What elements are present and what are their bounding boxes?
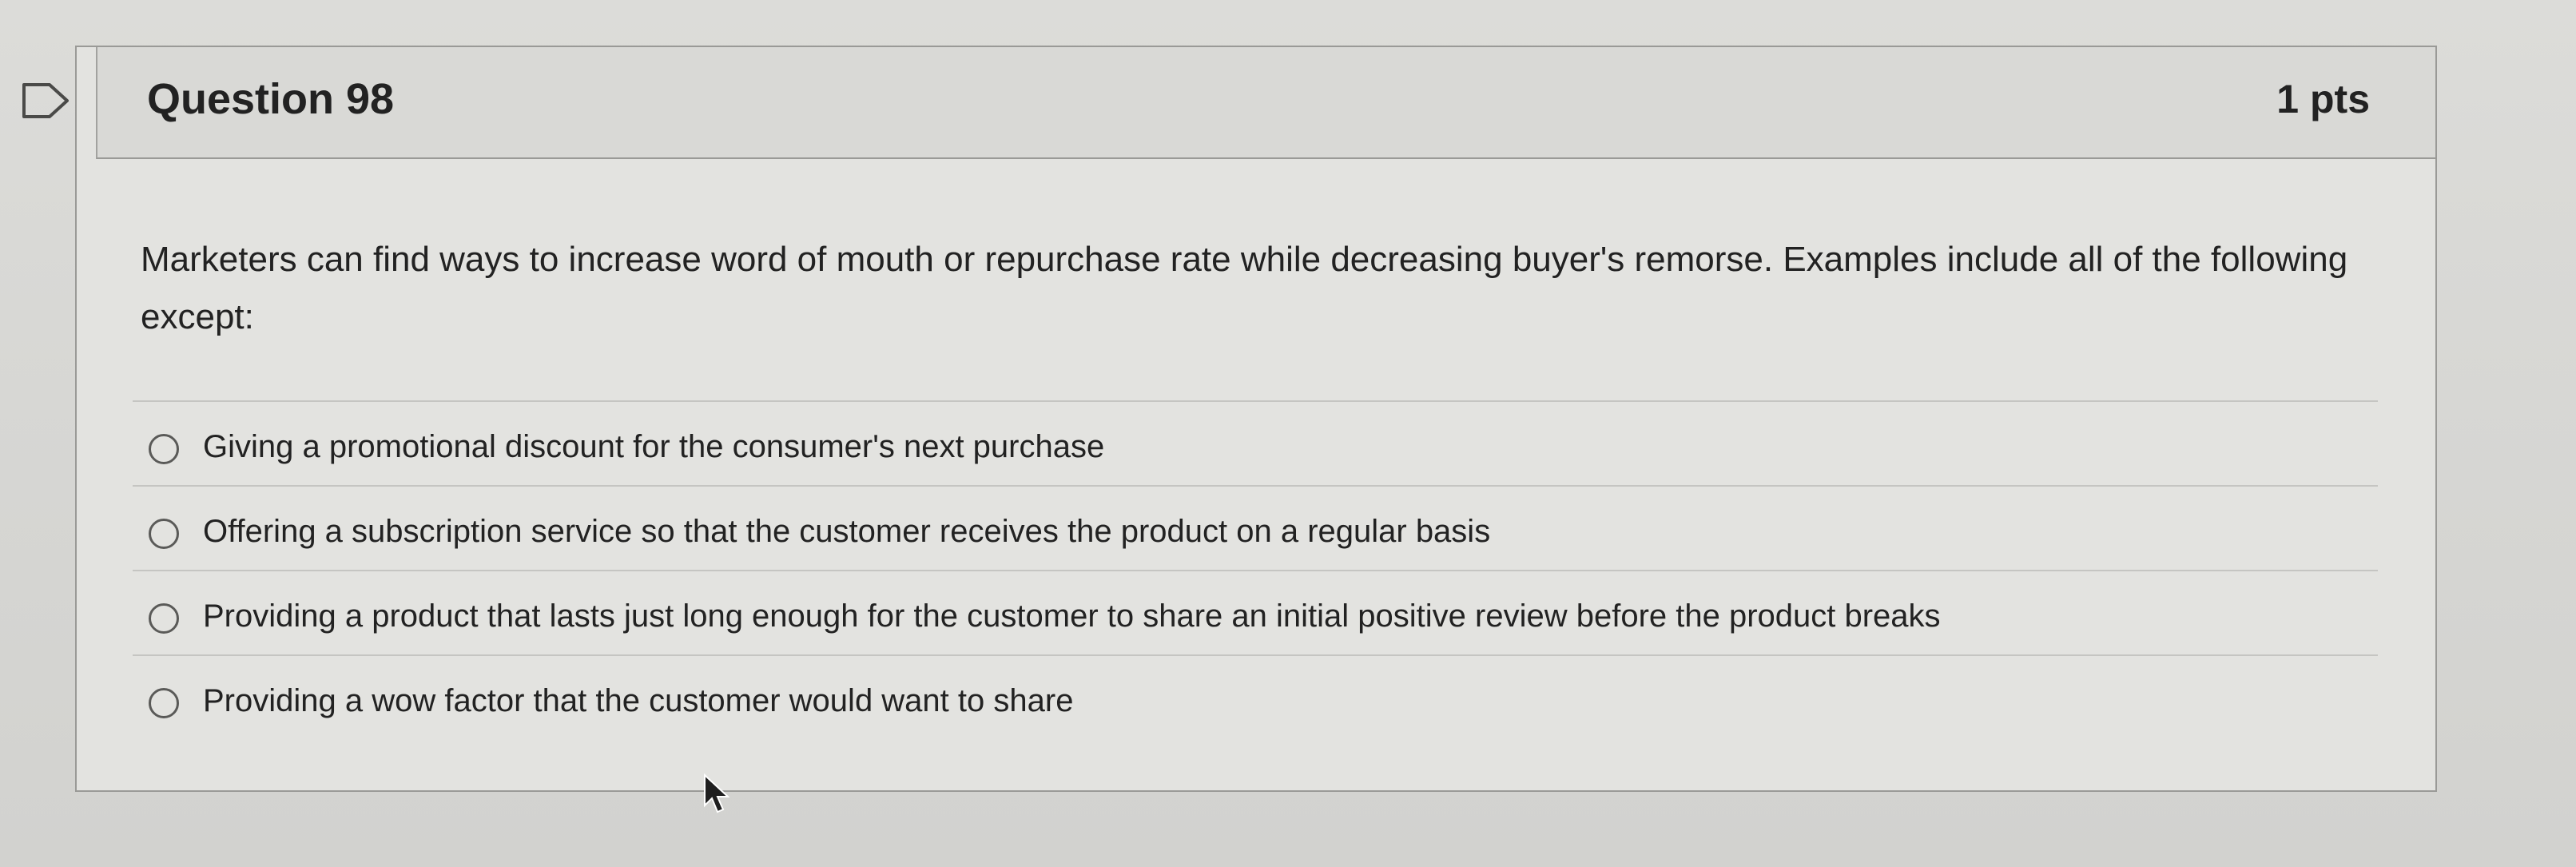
- question-title: Question 98: [147, 75, 395, 123]
- question-header: Question 98 1 pts: [96, 47, 2435, 159]
- radio-button[interactable]: [149, 688, 179, 718]
- answer-label[interactable]: Providing a wow factor that the customer…: [203, 682, 1073, 720]
- answer-option-2[interactable]: Offering a subscription service so that …: [133, 485, 2378, 570]
- mouse-cursor-icon: [703, 773, 732, 815]
- radio-button[interactable]: [149, 603, 179, 634]
- answer-label[interactable]: Offering a subscription service so that …: [203, 512, 1490, 551]
- question-points: 1 pts: [2276, 77, 2370, 121]
- answer-option-1[interactable]: Giving a promotional discount for the co…: [133, 400, 2378, 485]
- radio-button[interactable]: [149, 434, 179, 464]
- answer-option-4[interactable]: Providing a wow factor that the customer…: [133, 654, 2378, 738]
- question-text: Marketers can find ways to increase word…: [141, 240, 2348, 336]
- flag-icon: [22, 83, 69, 118]
- answer-label[interactable]: Giving a promotional discount for the co…: [203, 428, 1104, 466]
- radio-button[interactable]: [149, 519, 179, 549]
- flag-question-icon[interactable]: [22, 83, 70, 118]
- answer-option-3[interactable]: Providing a product that lasts just long…: [133, 570, 2378, 654]
- answer-label[interactable]: Providing a product that lasts just long…: [203, 597, 1941, 635]
- answer-list: Giving a promotional discount for the co…: [133, 400, 2378, 738]
- question-card: Question 98 1 pts Marketers can find way…: [75, 46, 2437, 792]
